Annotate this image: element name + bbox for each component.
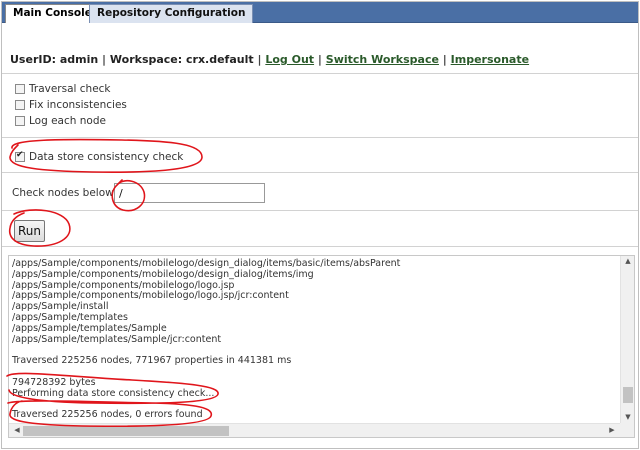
tab-repository-configuration[interactable]: Repository Configuration xyxy=(89,4,254,23)
run-button[interactable]: Run xyxy=(14,220,45,242)
option-log-each-node[interactable]: Log each node xyxy=(15,114,106,128)
check-nodes-label: Check nodes below: xyxy=(12,187,117,199)
output-line: Performing data store consistency check.… xyxy=(12,387,215,399)
console-window: Main Console Repository Configuration Us… xyxy=(1,1,639,449)
impersonate-link[interactable]: Impersonate xyxy=(451,53,529,66)
separator: | xyxy=(317,53,322,66)
separator: | xyxy=(102,53,107,66)
log-each-node-label: Log each node xyxy=(29,115,106,127)
output-line: /apps/Sample/templates/Sample xyxy=(12,322,167,334)
divider xyxy=(2,210,638,211)
vertical-scrollbar[interactable]: ▲ ▼ xyxy=(620,256,634,424)
switch-workspace-link[interactable]: Switch Workspace xyxy=(326,53,439,66)
output-log[interactable]: /apps/Sample/components/mobilelogo/desig… xyxy=(8,255,635,438)
output-text: /apps/Sample/components/mobilelogo/desig… xyxy=(12,258,616,421)
output-line: Traversed 225256 nodes, 0 errors found xyxy=(12,409,203,421)
separator: | xyxy=(442,53,447,66)
divider xyxy=(2,172,638,173)
log-out-link[interactable]: Log Out xyxy=(265,53,314,66)
workspace-label: Workspace: crx.default xyxy=(109,53,254,66)
scroll-right-icon[interactable]: ▶ xyxy=(605,426,619,434)
horizontal-scrollbar[interactable]: ◀ ▶ xyxy=(9,423,620,437)
data-store-check-label: Data store consistency check xyxy=(29,151,184,163)
output-line: /apps/Sample/components/mobilelogo/desig… xyxy=(12,268,314,280)
tab-bar: Main Console Repository Configuration xyxy=(2,2,638,23)
traversal-check-checkbox[interactable] xyxy=(15,84,25,94)
scroll-left-icon[interactable]: ◀ xyxy=(10,426,24,434)
option-traversal-check[interactable]: Traversal check xyxy=(15,82,111,96)
traversal-check-label: Traversal check xyxy=(29,83,111,95)
fix-inconsistencies-checkbox[interactable] xyxy=(15,100,25,110)
divider xyxy=(2,246,638,247)
log-each-node-checkbox[interactable] xyxy=(15,116,25,126)
data-store-check-checkbox[interactable] xyxy=(15,150,25,162)
output-line: 794728392 bytes xyxy=(12,376,96,388)
scroll-up-icon[interactable]: ▲ xyxy=(621,257,634,265)
check-nodes-input[interactable] xyxy=(114,183,265,203)
user-id-label: UserID: admin xyxy=(10,53,99,66)
output-line: Traversed 225256 nodes, 771967 propertie… xyxy=(12,355,292,367)
divider xyxy=(2,73,638,74)
divider xyxy=(2,137,638,138)
separator: | xyxy=(257,53,262,66)
horizontal-scroll-thumb[interactable] xyxy=(23,426,229,436)
scrollbar-corner xyxy=(620,423,634,437)
output-line: /apps/Sample/templates/Sample/jcr:conten… xyxy=(12,333,222,345)
option-data-store-check[interactable]: Data store consistency check xyxy=(15,150,183,164)
vertical-scroll-thumb[interactable] xyxy=(623,387,633,403)
option-fix-inconsistencies[interactable]: Fix inconsistencies xyxy=(15,98,127,112)
tab-main-console[interactable]: Main Console xyxy=(5,4,100,23)
user-info-bar: UserID: admin | Workspace: crx.default |… xyxy=(10,53,529,66)
fix-inconsistencies-label: Fix inconsistencies xyxy=(29,99,127,111)
scroll-down-icon[interactable]: ▼ xyxy=(621,413,634,421)
